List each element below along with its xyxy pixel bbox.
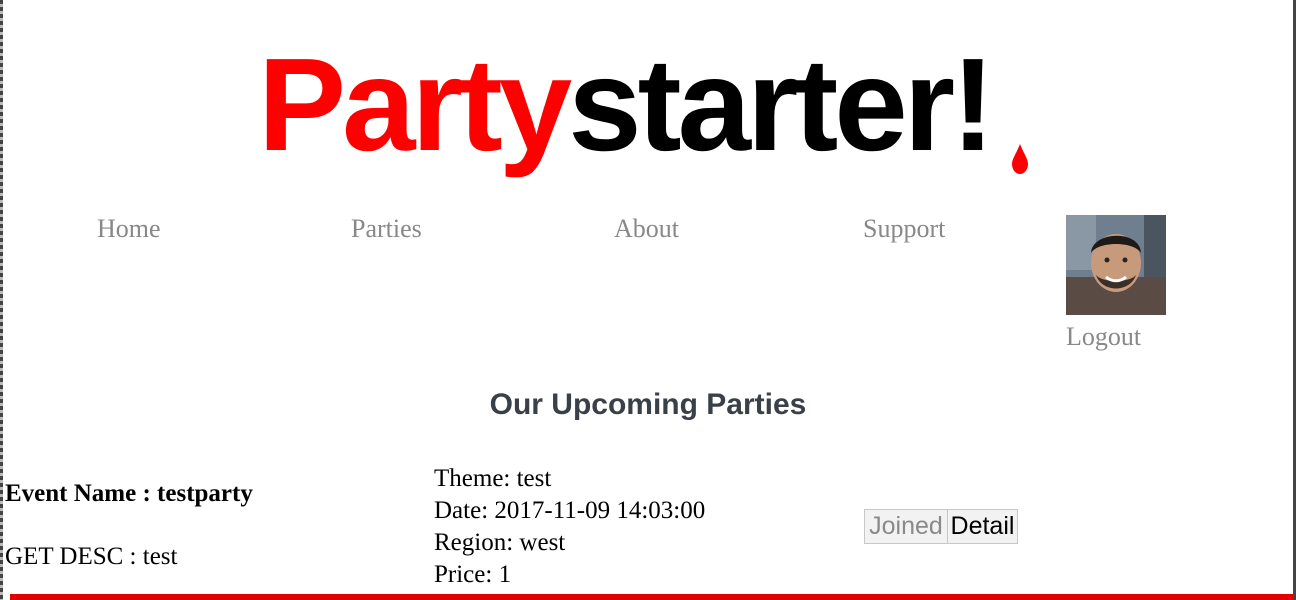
logout-link[interactable]: Logout <box>1066 322 1141 352</box>
event-theme: Theme: test <box>434 465 552 492</box>
logo-part-starter: starter! <box>568 38 991 178</box>
event-region: Region: west <box>434 529 566 556</box>
nav-home[interactable]: Home <box>97 214 161 244</box>
nav-parties[interactable]: Parties <box>351 214 422 244</box>
detail-button[interactable]: Detail <box>947 509 1018 544</box>
event-details: Theme: test Date: 2017-11-09 14:03:00 Re… <box>434 463 705 591</box>
section-title: Our Upcoming Parties <box>489 388 807 421</box>
partystarter-logo[interactable]: Partystarter! <box>258 38 1043 188</box>
window-left-edge <box>0 0 3 600</box>
nav-about[interactable]: About <box>614 214 679 244</box>
event-name: Event Name : testparty <box>5 480 253 507</box>
bottom-accent-bar <box>10 594 1293 600</box>
nav-support[interactable]: Support <box>863 214 945 244</box>
logo-wordmark: Partystarter! <box>258 38 1028 178</box>
logo-drop-icon <box>1012 144 1028 174</box>
joined-button[interactable]: Joined <box>864 509 948 544</box>
logo-part-party: Party <box>258 38 572 178</box>
event-description: GET DESC : test <box>5 543 178 570</box>
user-avatar[interactable] <box>1066 215 1166 315</box>
event-price: Price: 1 <box>434 561 512 588</box>
logo-text: Partystarter! <box>258 38 991 178</box>
event-date: Date: 2017-11-09 14:03:00 <box>434 497 706 524</box>
avatar-photo <box>1066 215 1166 315</box>
